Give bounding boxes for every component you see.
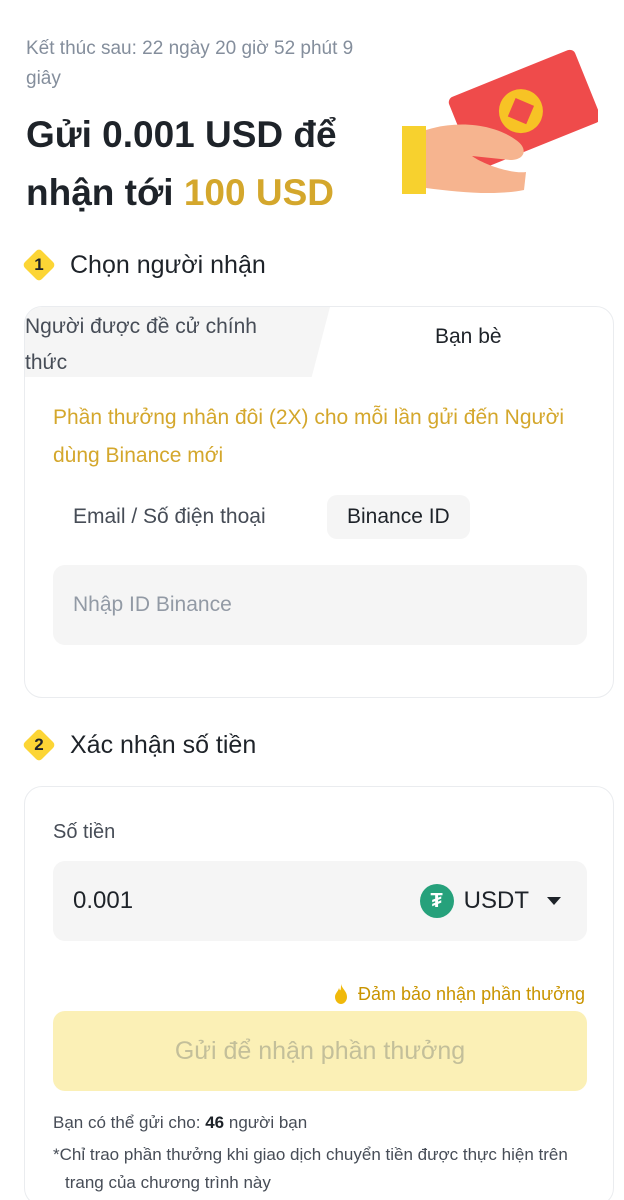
amount-field[interactable]: 0.001 ₮ USDT	[53, 861, 587, 941]
recipient-tabs: Người được đề cử chính thức Bạn bè	[25, 307, 613, 379]
currency-selector[interactable]: ₮ USDT	[419, 881, 561, 921]
binance-id-input[interactable]	[53, 565, 587, 645]
step-2-header: 2 Xác nhận số tiền	[22, 728, 256, 762]
tab-official-nominee[interactable]: Người được đề cử chính thức	[25, 307, 330, 377]
red-envelope-hand-icon	[402, 49, 598, 194]
amount-value[interactable]: 0.001	[73, 861, 133, 941]
currency-label: USDT	[463, 887, 529, 914]
reward-guarantee: Đảm bảo nhận phần thưởng	[332, 983, 585, 1005]
step-number-badge: 2	[22, 728, 56, 762]
countdown-text: Kết thúc sau: 22 ngày 20 giờ 52 phút 9 g…	[26, 38, 354, 89]
promo-text: Phần thưởng nhân đôi (2X) cho mỗi lần gử…	[53, 406, 565, 467]
tab-friends[interactable]: Bạn bè	[435, 325, 502, 349]
friends-count: 46	[205, 1113, 225, 1132]
flame-icon	[334, 984, 347, 1004]
send-to-receive-button[interactable]: Gửi để nhận phần thưởng	[53, 1011, 587, 1091]
amount-card: Số tiền 0.001 ₮ USDT Đảm bảo nhận phần t…	[24, 786, 614, 1200]
step-number-badge: 1	[22, 248, 56, 282]
step-title: Chọn người nhận	[70, 250, 266, 279]
terms-note: *Chỉ trao phần thưởng khi giao dịch chuy…	[53, 1145, 568, 1192]
guarantee-text: Đảm bảo nhận phần thưởng	[357, 983, 585, 1004]
email-phone-option[interactable]: Email / Số điện thoại	[53, 495, 286, 539]
tether-icon: ₮	[419, 884, 454, 918]
step-title: Xác nhận số tiền	[70, 730, 257, 759]
step-1-header: 1 Chọn người nhận	[22, 248, 266, 282]
chevron-down-icon	[547, 897, 561, 905]
binance-id-option[interactable]: Binance ID	[327, 495, 470, 539]
headline-amount: 100 USD	[183, 172, 334, 213]
recipient-card: Người được đề cử chính thức Bạn bè Phần …	[24, 306, 614, 698]
page-title: Gửi 0.001 USD để nhận tới 100 USD	[26, 106, 386, 222]
amount-label: Số tiền	[53, 821, 116, 843]
friends-limit-text: Bạn có thể gửi cho: 46 người bạn	[53, 1113, 308, 1132]
